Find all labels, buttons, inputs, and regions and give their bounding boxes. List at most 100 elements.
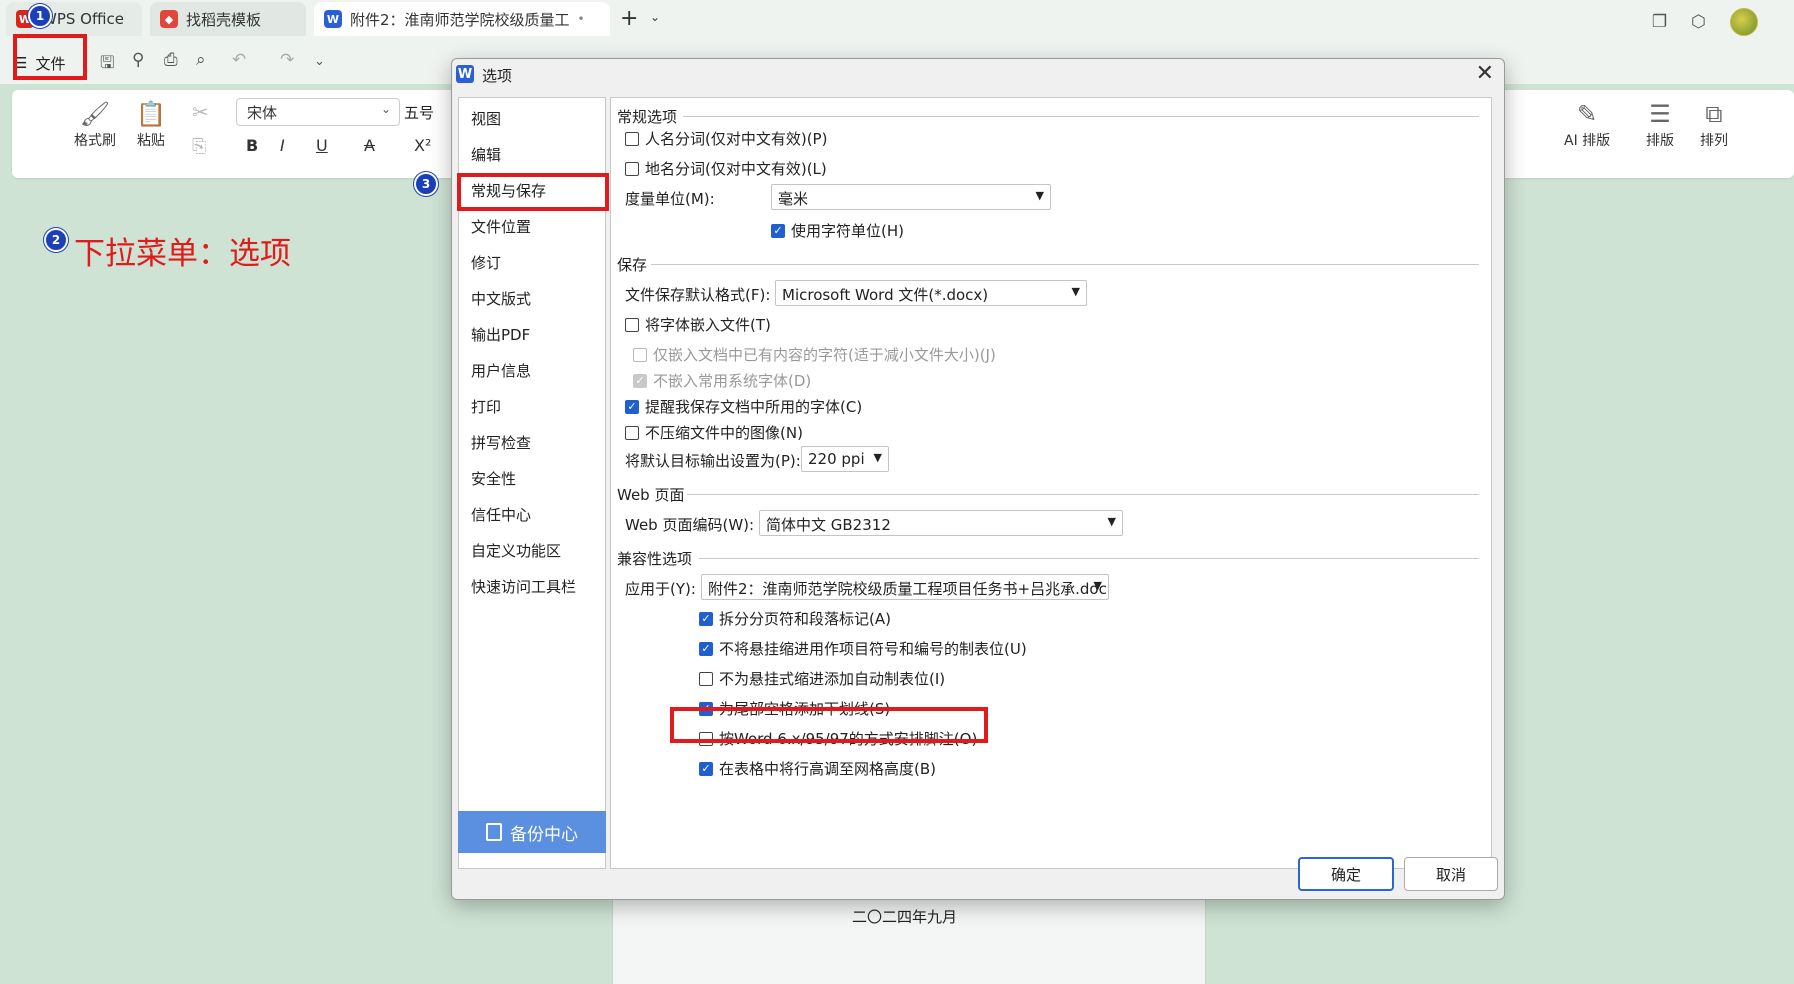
- arrange-button[interactable]: ⧉ 排列: [1700, 98, 1728, 150]
- tab-label: 找稻壳模板: [186, 10, 262, 29]
- no-compress-option[interactable]: 不压缩文件中的图像(N): [625, 422, 803, 443]
- dialog-title: 选项: [482, 67, 513, 85]
- font-size-select[interactable]: 五号: [404, 98, 444, 126]
- no-embed-common-option[interactable]: ✓ 不嵌入常用系统字体(D): [633, 370, 811, 391]
- italic-button[interactable]: I: [280, 136, 285, 155]
- print-preview-icon[interactable]: ⌕: [196, 50, 206, 70]
- backup-icon: [486, 823, 502, 841]
- nav-item-trust-center[interactable]: 信任中心: [471, 504, 531, 525]
- dropdown-arrow-icon: ▼: [1035, 189, 1044, 202]
- compat-option-1[interactable]: ✓ 拆分分页符和段落标记(A): [699, 608, 891, 629]
- nav-item-customize-ribbon[interactable]: 自定义功能区: [471, 540, 561, 561]
- option-label: 提醒我保存文档中所用的字体(C): [645, 398, 863, 416]
- close-icon[interactable]: ✕: [1476, 61, 1494, 86]
- new-tab-button[interactable]: +: [620, 6, 638, 31]
- chevron-down-icon: ⌄: [380, 102, 391, 116]
- redo-icon[interactable]: ↷: [280, 50, 294, 70]
- checkbox-checked-disabled[interactable]: ✓: [633, 373, 647, 388]
- option-label: 不将悬挂缩进用作项目符号和编号的制表位(U): [719, 640, 1027, 658]
- superscript-button[interactable]: X²: [414, 136, 431, 155]
- compat-option-2[interactable]: ✓ 不将悬挂缩进用作项目符号和编号的制表位(U): [699, 638, 1027, 659]
- unit-label: 度量单位(M):: [625, 190, 715, 208]
- checkbox-checked[interactable]: ✓: [699, 611, 713, 626]
- copy-icon[interactable]: ⎘: [192, 136, 206, 157]
- checkbox[interactable]: [625, 317, 639, 332]
- cancel-button[interactable]: 取消: [1404, 857, 1498, 891]
- remind-fonts-option[interactable]: ✓ 提醒我保存文档中所用的字体(C): [625, 396, 862, 417]
- tab-wps-office[interactable]: W WPS Office: [6, 2, 142, 36]
- options-dialog: W 选项 ✕ 视图 编辑 常规与保存 文件位置 修订 中文版式 输出PDF 用户…: [451, 58, 1505, 900]
- encoding-select[interactable]: 简体中文 GB2312 ▼: [759, 510, 1123, 536]
- underline-button[interactable]: U: [316, 136, 328, 155]
- output-value: 220 ppi: [808, 450, 865, 468]
- checkbox[interactable]: [625, 161, 639, 176]
- nav-item-output-pdf[interactable]: 输出PDF: [471, 324, 530, 345]
- checkbox[interactable]: [625, 131, 639, 146]
- section-web-title: Web 页面: [617, 486, 685, 504]
- layout-button[interactable]: ☰ 排版: [1646, 98, 1674, 150]
- more-chevron-icon[interactable]: ⌄: [314, 54, 325, 69]
- option-label: 不压缩文件中的图像(N): [645, 424, 803, 442]
- undo-icon[interactable]: ↶: [232, 50, 246, 70]
- unit-select[interactable]: 毫米 ▼: [771, 184, 1051, 210]
- person-name-option[interactable]: 人名分词(仅对中文有效)(P): [625, 128, 827, 149]
- layout-label: 排版: [1646, 133, 1674, 149]
- checkbox-checked[interactable]: ✓: [771, 223, 785, 238]
- checkbox-checked[interactable]: ✓: [699, 641, 713, 656]
- option-label: 不嵌入常用系统字体(D): [653, 372, 812, 390]
- save-format-select[interactable]: Microsoft Word 文件(*.docx) ▼: [775, 280, 1087, 306]
- compat-option-3[interactable]: 不为悬挂式缩进添加自动制表位(I): [699, 668, 945, 689]
- nav-item-spelling[interactable]: 拼写检查: [471, 432, 531, 453]
- document-date-text: 二〇二四年九月: [852, 908, 958, 926]
- arrange-icon: ⧉: [1705, 100, 1723, 128]
- tab-document[interactable]: W 附件2：淮南师范学院校级质量工 •: [314, 2, 610, 36]
- char-unit-option[interactable]: ✓ 使用字符单位(H): [771, 220, 904, 241]
- checkbox-checked[interactable]: ✓: [625, 399, 639, 414]
- ai-layout-button[interactable]: ✎ AI 排版: [1564, 98, 1610, 150]
- checkbox-disabled[interactable]: [633, 347, 647, 362]
- embed-used-only-option[interactable]: 仅嵌入文档中已有内容的字符(适于减小文件大小)(J): [633, 344, 996, 365]
- backup-center-button[interactable]: 备份中心: [458, 811, 606, 853]
- format-painter-button[interactable]: 🖌 格式刷: [74, 98, 116, 150]
- output-ppi-select[interactable]: 220 ppi ▼: [801, 446, 889, 472]
- nav-item-security[interactable]: 安全性: [471, 468, 516, 489]
- save-icon[interactable]: 🖫: [100, 50, 114, 79]
- section-compat-title: 兼容性选项: [617, 550, 693, 568]
- nav-item-revision[interactable]: 修订: [471, 252, 501, 273]
- wps-writer-icon: W: [456, 65, 474, 83]
- nav-item-file-location[interactable]: 文件位置: [471, 216, 531, 237]
- checkbox-checked[interactable]: ✓: [699, 761, 713, 776]
- avatar[interactable]: [1730, 8, 1758, 36]
- option-label: 人名分词(仅对中文有效)(P): [645, 130, 828, 148]
- strikethrough-button[interactable]: A: [364, 136, 375, 155]
- cube-icon[interactable]: ⬡: [1691, 12, 1706, 32]
- apply-to-select[interactable]: 附件2：淮南师范学院校级质量工程项目任务书+吕兆承.doc ▼: [701, 574, 1109, 600]
- print-icon[interactable]: ⎙: [164, 50, 178, 70]
- tab-docer-templates[interactable]: ◆ 找稻壳模板: [150, 2, 306, 36]
- nav-item-print[interactable]: 打印: [471, 396, 501, 417]
- paste-button[interactable]: 📋 粘贴: [136, 98, 166, 150]
- cut-icon[interactable]: ✂: [192, 100, 209, 124]
- font-name-select[interactable]: 宋体 ⌄: [236, 98, 400, 126]
- compat-option-6[interactable]: ✓ 在表格中将行高调至网格高度(B): [699, 758, 936, 779]
- option-label: 仅嵌入文档中已有内容的字符(适于减小文件大小)(J): [653, 346, 996, 364]
- bold-button[interactable]: B: [246, 136, 258, 155]
- nav-item-chinese-layout[interactable]: 中文版式: [471, 288, 531, 309]
- place-name-option[interactable]: 地名分词(仅对中文有效)(L): [625, 158, 827, 179]
- nav-item-edit[interactable]: 编辑: [471, 144, 501, 165]
- highlight-trailing-space-underline: [670, 707, 988, 743]
- embed-fonts-option[interactable]: 将字体嵌入文件(T): [625, 314, 771, 335]
- nav-item-quick-access[interactable]: 快速访问工具栏: [471, 576, 576, 597]
- section-save-title: 保存: [617, 256, 648, 274]
- ok-button[interactable]: 确定: [1298, 857, 1394, 891]
- nav-item-view[interactable]: 视图: [471, 108, 501, 129]
- option-label: 在表格中将行高调至网格高度(B): [719, 760, 936, 778]
- restore-window-icon[interactable]: ❐: [1652, 12, 1667, 32]
- unit-value: 毫米: [778, 190, 809, 208]
- paste-label: 粘贴: [136, 133, 165, 149]
- tab-list-chevron-icon[interactable]: ⌄: [650, 10, 660, 24]
- checkbox[interactable]: [625, 425, 639, 440]
- format-icon[interactable]: ⚲: [132, 50, 144, 70]
- checkbox[interactable]: [699, 671, 713, 686]
- nav-item-user-info[interactable]: 用户信息: [471, 360, 531, 381]
